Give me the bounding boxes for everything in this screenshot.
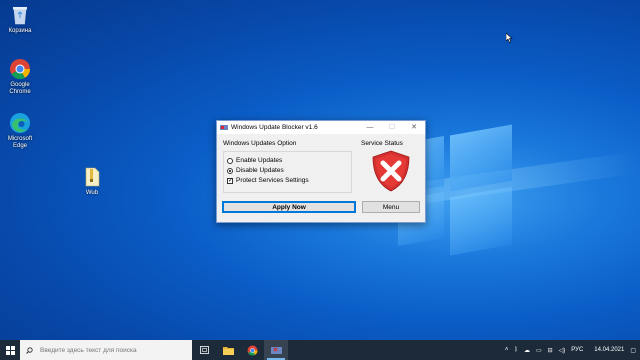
network-icon[interactable]: ⊟ (548, 347, 553, 354)
checkbox-indicator-checked: ✓ (227, 177, 234, 184)
recycle-bin-icon (9, 4, 31, 26)
service-status-label: Service Status (361, 140, 403, 147)
desktop-icon-microsoft-edge[interactable]: Microsoft Edge (0, 112, 40, 150)
volume-icon[interactable]: ◁) (559, 347, 566, 354)
desktop-icon-label: Корзина (8, 28, 32, 34)
search-icon (26, 346, 33, 354)
chrome-icon (9, 58, 31, 80)
maximize-button[interactable]: ☐ (381, 121, 403, 134)
enable-updates-radio[interactable]: Enable Updates (227, 157, 282, 164)
task-view-button[interactable] (192, 340, 216, 360)
radio-indicator (227, 157, 233, 164)
start-button[interactable] (0, 340, 20, 360)
enable-updates-label: Enable Updates (236, 157, 283, 164)
show-hidden-icons-icon[interactable]: ˄ (505, 347, 509, 353)
mouse-cursor-icon (506, 33, 513, 43)
app-icon (220, 124, 228, 131)
taskbar-wub[interactable] (264, 340, 288, 360)
taskbar: ˄ ᛒ ☁ ▭ ⊟ ◁) РУС 14.04.2021 ▢ (0, 340, 640, 360)
search-input[interactable] (38, 345, 192, 355)
task-view-icon (199, 346, 209, 354)
taskbar-search-box[interactable] (20, 340, 192, 360)
display-icon[interactable]: ▭ (536, 347, 542, 354)
close-button[interactable]: ✕ (403, 121, 425, 134)
options-group-label: Windows Updates Option (223, 140, 297, 147)
clock-date[interactable]: 14.04.2021 (594, 347, 624, 353)
disable-updates-radio[interactable]: Disable Updates (227, 167, 284, 174)
system-tray: ˄ ᛒ ☁ ▭ ⊟ ◁) РУС 14.04.2021 ▢ (502, 340, 640, 360)
apply-now-button[interactable]: Apply Now (222, 201, 356, 213)
desktop-icon-recycle-bin[interactable]: Корзина (0, 4, 40, 35)
protect-services-checkbox[interactable]: ✓ Protect Services Settings (227, 177, 309, 184)
desktop-icon-label: Wub (85, 190, 99, 196)
notifications-icon[interactable]: ▢ (630, 347, 636, 354)
file-explorer-icon (222, 346, 234, 355)
language-indicator[interactable]: РУС (571, 347, 583, 353)
wub-zip-icon (81, 166, 103, 188)
taskbar-chrome[interactable] (240, 340, 264, 360)
windows-logo-icon (5, 345, 15, 355)
window-title: Windows Update Blocker v1.6 (231, 124, 318, 131)
wub-icon (270, 346, 282, 354)
window-titlebar[interactable]: Windows Update Blocker v1.6 — ☐ ✕ (217, 121, 425, 134)
desktop-icon-label: Microsoft Edge (7, 136, 33, 149)
bluetooth-icon[interactable]: ᛒ (514, 347, 518, 353)
desktop-icon-label: Google Chrome (9, 82, 31, 95)
desktop-icon-wub[interactable]: Wub (72, 166, 112, 197)
chrome-icon (247, 345, 258, 356)
service-status-shield-icon (369, 149, 413, 193)
radio-indicator-selected (227, 167, 233, 174)
minimize-button[interactable]: — (359, 121, 381, 134)
menu-button[interactable]: Menu (362, 201, 420, 213)
protect-services-label: Protect Services Settings (236, 177, 309, 184)
taskbar-file-explorer[interactable] (216, 340, 240, 360)
desktop-icon-google-chrome[interactable]: Google Chrome (0, 58, 40, 96)
windows-update-blocker-window: Windows Update Blocker v1.6 — ☐ ✕ Window… (216, 120, 426, 223)
cloud-icon[interactable]: ☁ (524, 347, 530, 354)
disable-updates-label: Disable Updates (236, 167, 284, 174)
edge-icon (9, 112, 31, 134)
